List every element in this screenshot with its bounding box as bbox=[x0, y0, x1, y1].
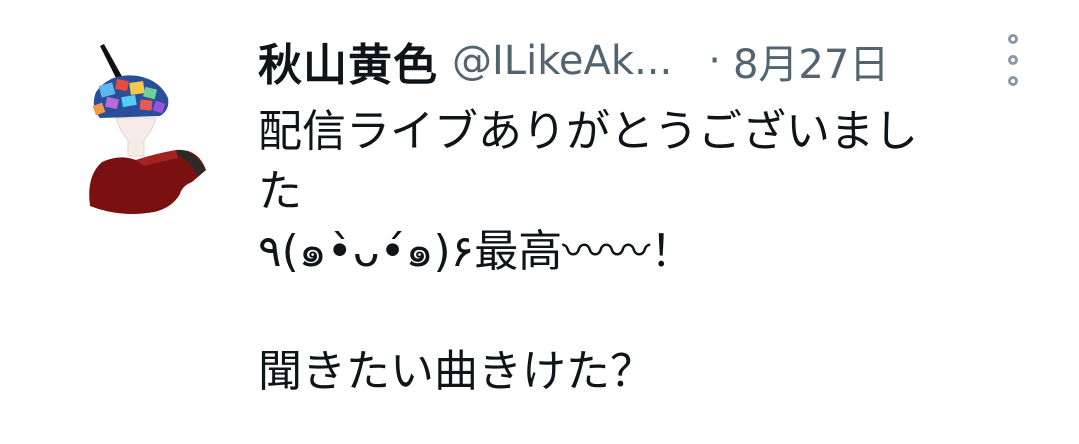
avatar[interactable] bbox=[80, 36, 216, 226]
tweet-text: 配信ライブありがとうございまし た ٩(๑•̀ᴗ•́๑)۶最高〰〰！ 聞きたい曲… bbox=[258, 102, 1048, 402]
tweet-text-line: た bbox=[258, 166, 302, 217]
tweet-text-line: 配信ライブありがとうございまし bbox=[258, 106, 918, 157]
user-handle[interactable]: @ILikeAk... bbox=[452, 38, 672, 84]
tweet-date[interactable]: 8月27日 bbox=[733, 32, 889, 90]
vertical-ellipsis-icon bbox=[1008, 55, 1018, 65]
tweet-text-line: ٩(๑•̀ᴗ•́๑)۶最高〰〰！ bbox=[258, 226, 695, 277]
more-options-button[interactable] bbox=[999, 34, 1027, 86]
tweet-header: 秋山黄色 @ILikeAk... · 8月27日 bbox=[258, 28, 889, 94]
vertical-ellipsis-icon bbox=[1008, 76, 1018, 86]
tweet-text-line: 聞きたい曲きけた？ bbox=[258, 346, 654, 397]
tweet-card[interactable]: 秋山黄色 @ILikeAk... · 8月27日 配信ライブありがとうございまし… bbox=[0, 0, 1079, 444]
separator-dot: · bbox=[708, 38, 721, 84]
user-avatar-illustration-icon bbox=[89, 44, 206, 214]
vertical-ellipsis-icon bbox=[1008, 34, 1018, 44]
display-name[interactable]: 秋山黄色 bbox=[258, 29, 438, 93]
